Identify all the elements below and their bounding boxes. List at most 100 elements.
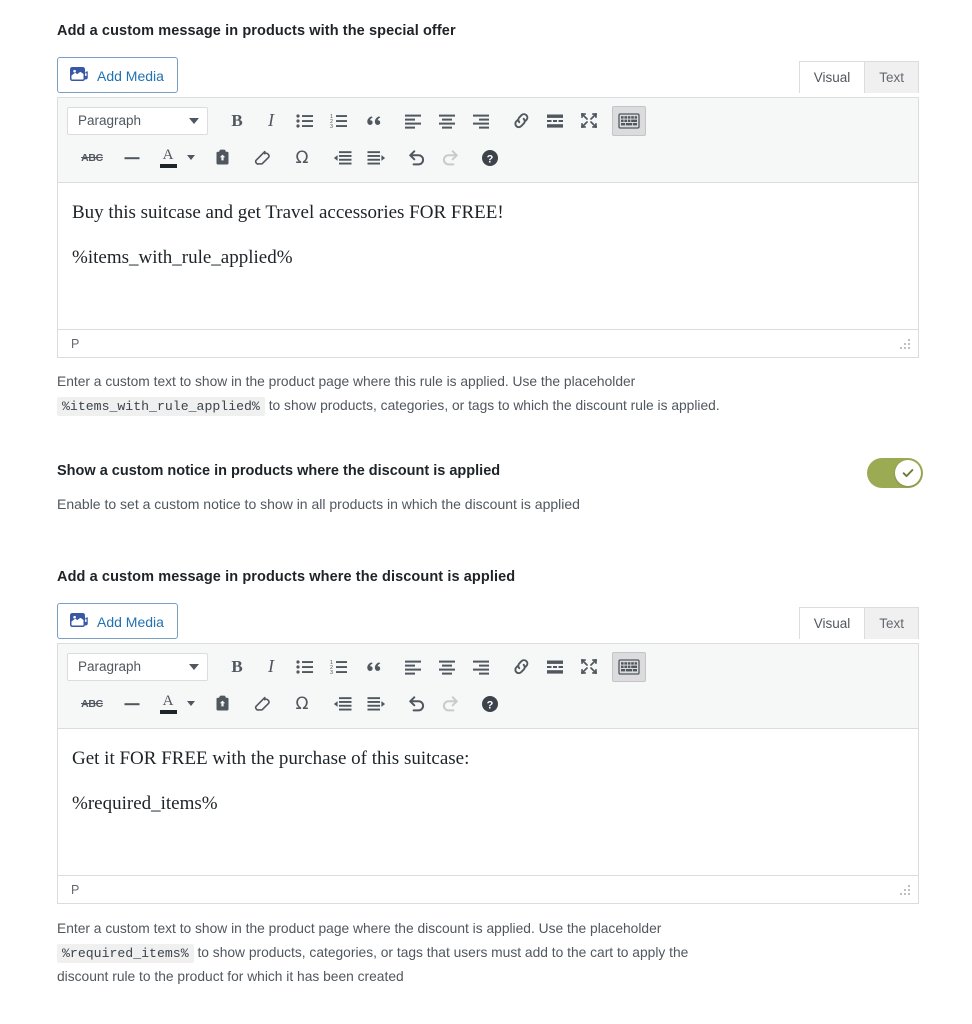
help-text-two: Enter a custom text to show in the produ… (57, 917, 923, 989)
redo-icon[interactable] (433, 689, 467, 719)
editor-paragraph: Get it FOR FREE with the purchase of thi… (72, 748, 470, 769)
help-text-one: Enter a custom text to show in the produ… (57, 370, 923, 418)
text-color-icon: A (155, 143, 181, 173)
clear-formatting-icon[interactable] (245, 143, 279, 173)
strikethrough-icon[interactable]: ABC (75, 689, 109, 719)
media-icon (69, 611, 89, 631)
numbered-list-icon[interactable]: 123 (322, 106, 356, 136)
text-color-button[interactable]: A (155, 689, 199, 719)
read-more-icon[interactable] (538, 652, 572, 682)
editor-content-two[interactable]: Get it FOR FREE with the purchase of thi… (58, 729, 918, 875)
italic-button[interactable]: I (254, 106, 288, 136)
editor-mode-tabs-one: Visual Text (798, 60, 919, 93)
add-media-label: Add Media (97, 68, 164, 84)
settings-page: Add a custom message in products with th… (0, 0, 972, 1024)
bulleted-list-icon[interactable] (288, 652, 322, 682)
keyboard-shortcuts-help-icon[interactable]: ? (473, 689, 507, 719)
text-color-button[interactable]: A (155, 143, 199, 173)
add-media-button-two[interactable]: Add Media (57, 603, 178, 639)
align-left-icon[interactable] (396, 652, 430, 682)
placeholder-code-one: %items_with_rule_applied% (57, 397, 265, 417)
insert-link-icon[interactable] (504, 652, 538, 682)
toolbar-toggle-icon[interactable] (612, 651, 646, 682)
chevron-down-icon (187, 701, 195, 706)
help-text-part-2: to show products, categories, or tags th… (197, 945, 689, 961)
increase-indent-icon[interactable] (359, 143, 393, 173)
keyboard-shortcuts-help-icon[interactable]: ? (473, 143, 507, 173)
decrease-indent-icon[interactable] (325, 689, 359, 719)
editor-block-special-offer: Add Media Visual Text Paragraph B I 1 2 … (57, 57, 919, 358)
paste-as-text-icon[interactable] (205, 143, 239, 173)
chevron-down-icon (187, 155, 195, 160)
custom-notice-toggle[interactable] (867, 458, 923, 488)
strikethrough-icon[interactable]: ABC (75, 143, 109, 173)
resize-handle-icon[interactable] (898, 883, 912, 897)
section-two-field-label: Add a custom message in products where t… (57, 569, 516, 585)
bold-button[interactable]: B (220, 652, 254, 682)
horizontal-line-icon[interactable] (115, 143, 149, 173)
editor-mode-tabs-two: Visual Text (798, 606, 919, 639)
tab-text-one[interactable]: Text (864, 61, 919, 93)
media-icon (69, 65, 89, 85)
paste-as-text-icon[interactable] (205, 689, 239, 719)
bold-button[interactable]: B (220, 106, 254, 136)
editor-toolbar-two: Paragraph B I 123 ABC A Ω ? (58, 644, 918, 729)
increase-indent-icon[interactable] (359, 689, 393, 719)
decrease-indent-icon[interactable] (325, 143, 359, 173)
toolbar-row-1: Paragraph B I 123 (67, 102, 909, 139)
placeholder-code-two: %required_items% (57, 944, 194, 964)
svg-text:3: 3 (330, 670, 333, 675)
horizontal-line-icon[interactable] (115, 689, 149, 719)
italic-button[interactable]: I (254, 652, 288, 682)
tinymce-editor-two: Paragraph B I 123 ABC A Ω ? Get it FOR F… (57, 643, 919, 904)
svg-text:?: ? (487, 699, 494, 711)
fullscreen-icon[interactable] (572, 652, 606, 682)
editor-toolbar-one: Paragraph B I 123 ABC A Ω ? (58, 98, 918, 183)
clear-formatting-icon[interactable] (245, 689, 279, 719)
format-select-one[interactable]: Paragraph (67, 106, 208, 135)
read-more-icon[interactable] (538, 106, 572, 136)
tab-text-two[interactable]: Text (864, 607, 919, 639)
align-center-icon[interactable] (430, 106, 464, 136)
help-text-part-1: Enter a custom text to show in the produ… (57, 374, 636, 389)
text-color-icon: A (155, 689, 181, 719)
format-select-two[interactable]: Paragraph (67, 652, 208, 681)
special-character-icon[interactable]: Ω (285, 689, 319, 719)
special-character-icon[interactable]: Ω (285, 143, 319, 173)
blockquote-icon[interactable] (356, 106, 390, 136)
editor-statusbar-two: P (58, 875, 918, 903)
help-text-part-1: Enter a custom text to show in the produ… (57, 921, 662, 936)
editor-paragraph: %items_with_rule_applied% (72, 246, 293, 268)
editor-top-row-one: Add Media Visual Text (57, 57, 919, 97)
undo-icon[interactable] (399, 143, 433, 173)
editor-paragraph: Buy this suitcase and get Travel accesso… (72, 202, 504, 223)
align-right-icon[interactable] (464, 652, 498, 682)
element-path: P (71, 882, 80, 897)
tab-visual-one[interactable]: Visual (798, 61, 866, 93)
align-left-icon[interactable] (396, 106, 430, 136)
redo-icon[interactable] (433, 143, 467, 173)
tab-visual-two[interactable]: Visual (798, 607, 866, 639)
editor-statusbar-one: P (58, 329, 918, 357)
bulleted-list-icon[interactable] (288, 106, 322, 136)
resize-handle-icon[interactable] (898, 337, 912, 351)
custom-notice-toggle-row: Show a custom notice in products where t… (57, 458, 923, 512)
fullscreen-icon[interactable] (572, 106, 606, 136)
element-path: P (71, 336, 80, 351)
numbered-list-icon[interactable]: 123 (322, 652, 356, 682)
editor-top-row-two: Add Media Visual Text (57, 603, 919, 643)
insert-link-icon[interactable] (504, 106, 538, 136)
chevron-down-icon (189, 663, 199, 670)
toolbar-row-1: Paragraph B I 123 (67, 648, 909, 685)
chevron-down-icon (189, 117, 199, 124)
toolbar-toggle-icon[interactable] (612, 105, 646, 136)
add-media-button-one[interactable]: Add Media (57, 57, 178, 93)
align-center-icon[interactable] (430, 652, 464, 682)
editor-paragraph: %required_items% (72, 792, 218, 814)
align-right-icon[interactable] (464, 106, 498, 136)
undo-icon[interactable] (399, 689, 433, 719)
toolbar-row-2: ABC A Ω ? (67, 685, 909, 722)
editor-content-one[interactable]: Buy this suitcase and get Travel accesso… (58, 183, 918, 329)
format-select-value: Paragraph (78, 113, 142, 128)
blockquote-icon[interactable] (356, 652, 390, 682)
